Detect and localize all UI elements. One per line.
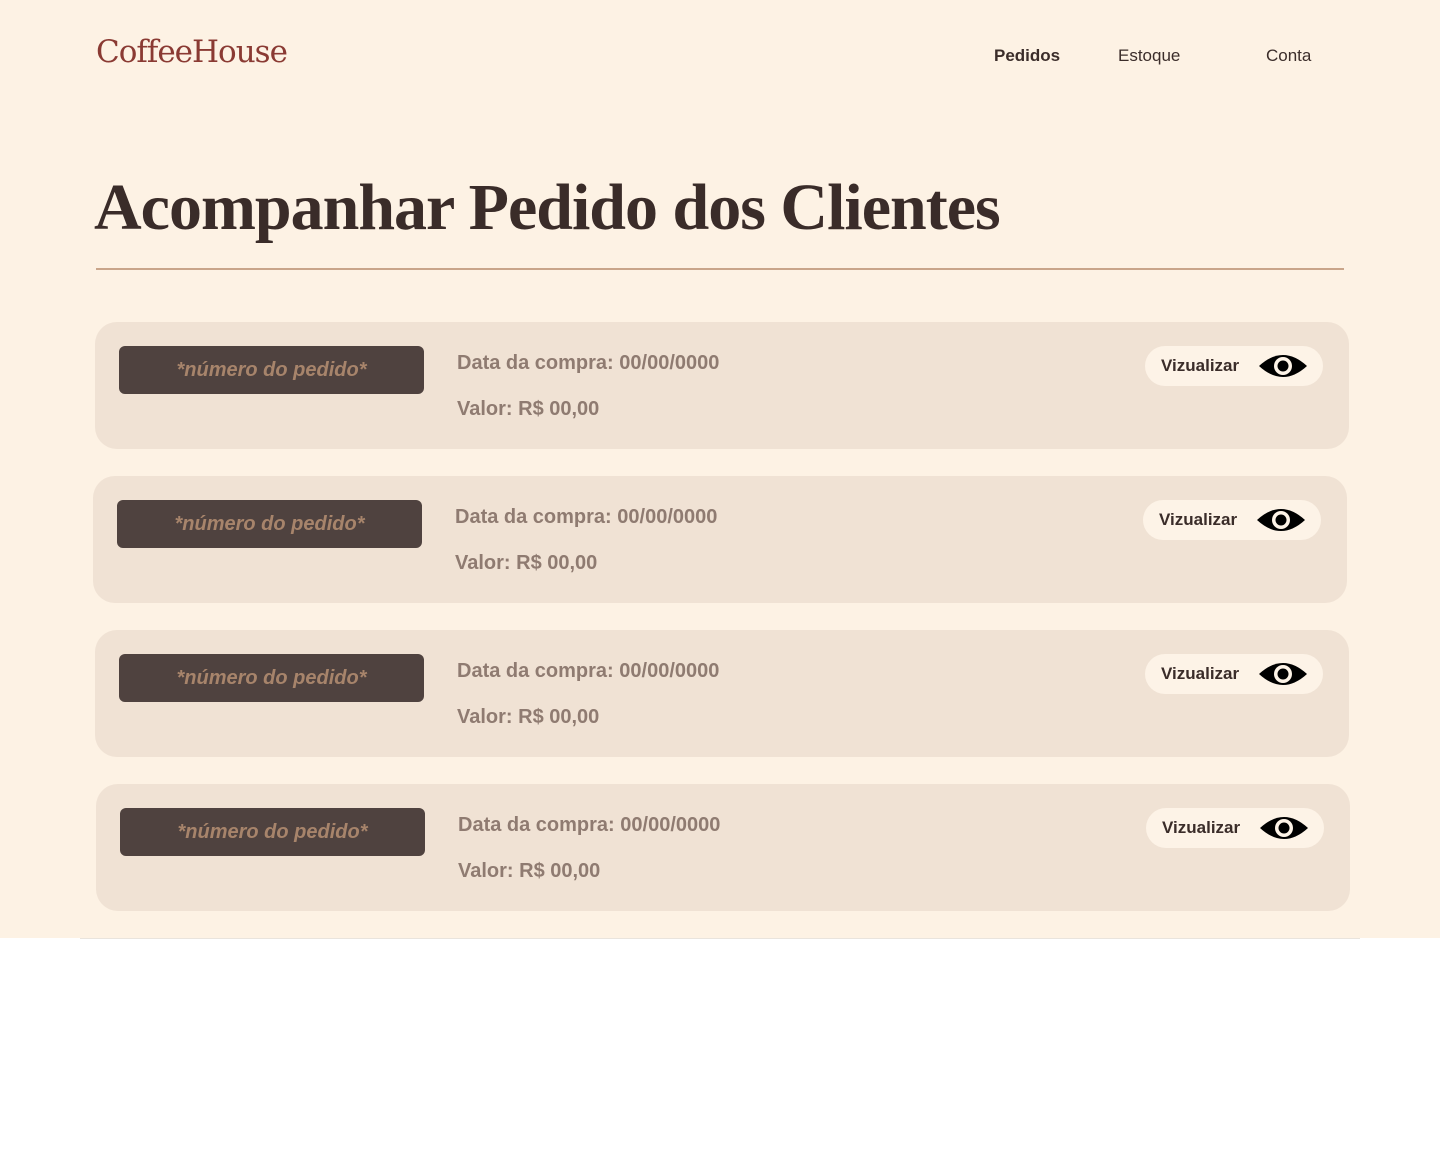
view-button-label: Vizualizar xyxy=(1162,818,1241,837)
view-order-button[interactable]: Vizualizar xyxy=(1143,500,1321,540)
order-value: Valor: R$ 00,00 xyxy=(457,398,600,420)
order-card: *número do pedido* Data da compra: 00/00… xyxy=(95,630,1349,757)
page-title: Acompanhar Pedido dos Clientes xyxy=(94,171,1001,244)
order-number-badge: *número do pedido* xyxy=(119,654,424,702)
eye-icon xyxy=(1260,817,1308,839)
order-value: Valor: R$ 00,00 xyxy=(458,860,601,882)
order-date: Data da compra: 00/00/0000 xyxy=(457,660,720,682)
eye-icon xyxy=(1259,355,1307,377)
view-button-label: Vizualizar xyxy=(1161,664,1240,683)
view-order-button[interactable]: Vizualizar xyxy=(1146,808,1324,848)
order-card: *número do pedido* Data da compra: 00/00… xyxy=(96,784,1350,911)
order-number-badge: *número do pedido* xyxy=(119,346,424,394)
order-value: Valor: R$ 00,00 xyxy=(457,706,600,728)
eye-icon xyxy=(1259,663,1307,685)
order-date: Data da compra: 00/00/0000 xyxy=(457,352,720,374)
title-divider xyxy=(96,268,1344,270)
logo[interactable]: CoffeeHouse xyxy=(96,34,288,70)
view-order-button[interactable]: Vizualizar xyxy=(1145,654,1323,694)
order-value: Valor: R$ 00,00 xyxy=(455,552,598,574)
eye-icon xyxy=(1257,509,1305,531)
footer-divider xyxy=(80,938,1360,939)
nav-item-conta[interactable]: Conta xyxy=(1266,46,1311,66)
view-button-label: Vizualizar xyxy=(1159,510,1238,529)
view-button-label: Vizualizar xyxy=(1161,356,1240,375)
view-order-button[interactable]: Vizualizar xyxy=(1145,346,1323,386)
nav-item-estoque[interactable]: Estoque xyxy=(1118,46,1180,66)
order-date: Data da compra: 00/00/0000 xyxy=(458,814,721,836)
order-number-badge: *número do pedido* xyxy=(117,500,422,548)
order-card: *número do pedido* Data da compra: 00/00… xyxy=(93,476,1347,603)
order-card: *número do pedido* Data da compra: 00/00… xyxy=(95,322,1349,449)
order-date: Data da compra: 00/00/0000 xyxy=(455,506,718,528)
nav-item-pedidos[interactable]: Pedidos xyxy=(994,46,1060,66)
order-number-badge: *número do pedido* xyxy=(120,808,425,856)
